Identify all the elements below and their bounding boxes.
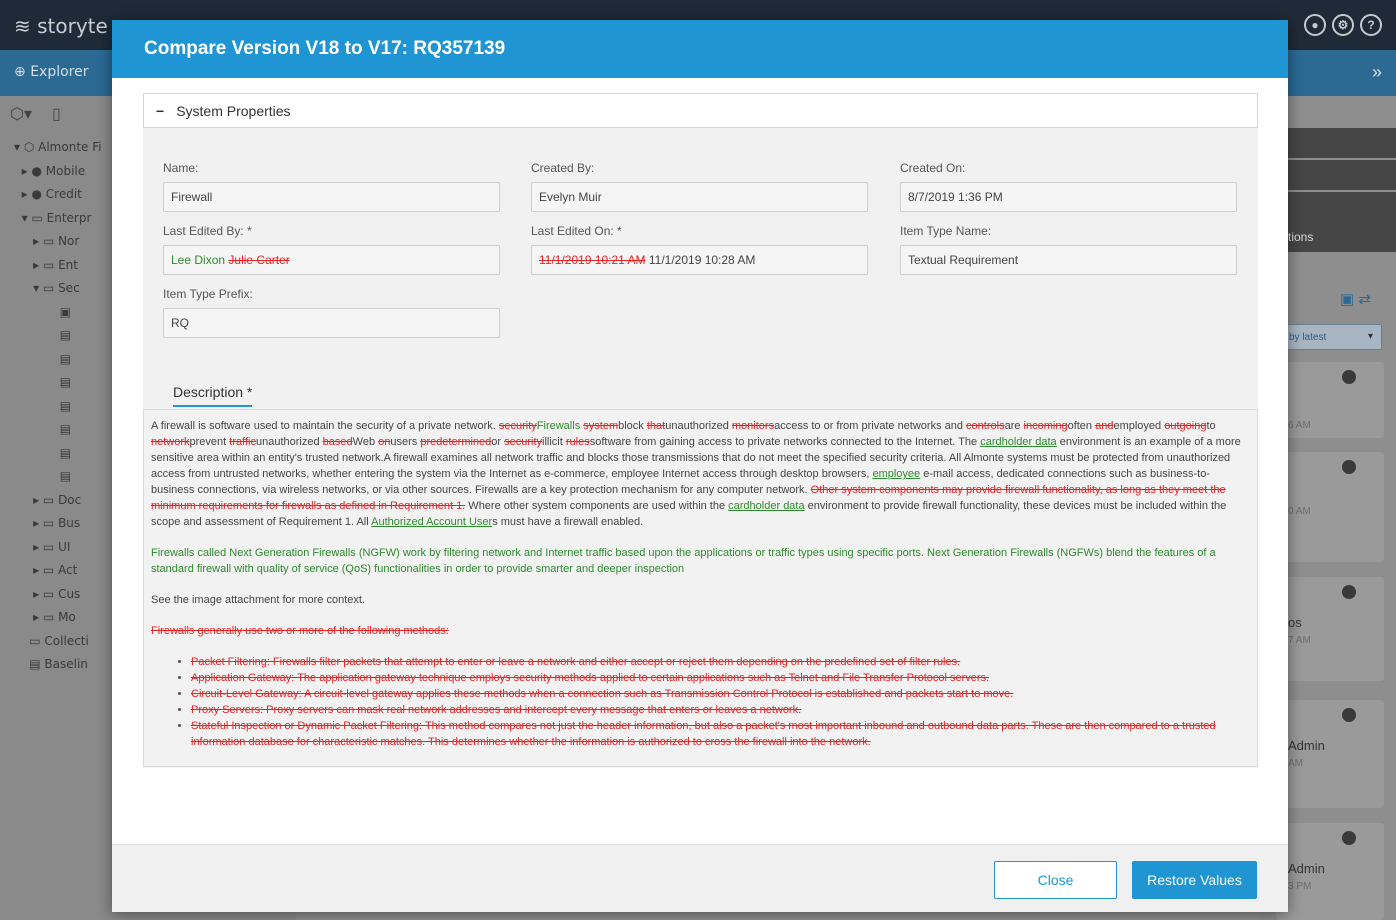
card-time: 7 AM: [1288, 635, 1311, 646]
card-title: Admin: [1288, 738, 1325, 753]
collapse-icon[interactable]: [1342, 370, 1356, 384]
removed-text: Julie Carter: [228, 253, 290, 267]
name-field: Name: Firewall: [163, 161, 500, 212]
field-label: Item Type Prefix:: [163, 287, 253, 301]
field-label: Created On:: [900, 161, 966, 175]
explorer-tree: ▾ ⬡ Almonte Fi ▸ ● Mobile ▸ ● Credit ▾ ▭…: [14, 136, 102, 677]
sort-dropdown-label: by latest: [1289, 332, 1327, 343]
tree-item[interactable]: ▾ ▭ Enterpr: [14, 207, 102, 231]
card-time: 0 AM: [1288, 506, 1311, 517]
tree-item[interactable]: ▤: [14, 324, 102, 348]
tree-item[interactable]: ▸ ▭ Nor: [14, 230, 102, 254]
collapse-icon[interactable]: [1342, 585, 1356, 599]
document-icon[interactable]: ▯: [52, 104, 61, 124]
tree-item[interactable]: ▸ ▭ UI: [14, 536, 102, 560]
name-value: Firewall: [163, 182, 500, 212]
explorer-toolbar: ⬡▾ ▯: [10, 104, 61, 124]
help-icon[interactable]: ?: [1360, 14, 1382, 36]
created-on-field: Created On: 8/7/2019 1:36 PM: [900, 161, 1237, 212]
tree-item[interactable]: ▤: [14, 418, 102, 442]
card-title: Admin: [1288, 861, 1325, 876]
field-label: Last Edited On: *: [531, 224, 622, 238]
last-edited-by-field: Last Edited By: * Lee Dixon Julie Carter: [163, 224, 500, 275]
sort-dropdown[interactable]: by latest ▾: [1284, 324, 1382, 350]
tree-item[interactable]: ▤ Baselin: [14, 653, 102, 677]
tree-item[interactable]: ▸ ▭ Doc: [14, 489, 102, 513]
tree-item[interactable]: ▤: [14, 442, 102, 466]
field-label: Name:: [163, 161, 199, 175]
activity-card[interactable]: os 7 AM: [1276, 577, 1384, 681]
settings-icon[interactable]: ⚙: [1332, 14, 1354, 36]
removed-text: 11/1/2019 10:21 AM: [539, 253, 646, 267]
app-logo: ≋ storyte: [14, 14, 108, 38]
last-edited-by-value: Lee Dixon Julie Carter: [163, 245, 500, 275]
restore-values-button[interactable]: Restore Values: [1132, 861, 1257, 899]
card-time: AM: [1288, 758, 1303, 769]
added-text: Lee Dixon: [171, 253, 226, 267]
compare-version-dialog: Compare Version V18 to V17: RQ357139 − S…: [112, 20, 1288, 912]
dialog-footer: Close Restore Values: [112, 844, 1288, 912]
activity-card[interactable]: Admin 3 PM: [1276, 823, 1384, 920]
item-type-name-field: Item Type Name: Textual Requirement: [900, 224, 1237, 275]
dialog-header: Compare Version V18 to V17: RQ357139: [112, 20, 1288, 78]
tree-item[interactable]: ▤: [14, 395, 102, 419]
brand-text: storyte: [37, 14, 108, 38]
tree-item[interactable]: ▸ ▭ Mo: [14, 606, 102, 630]
tree-item[interactable]: ▸ ▭ Act: [14, 559, 102, 583]
tree-item[interactable]: ▣: [14, 301, 102, 325]
tree-item[interactable]: ▸ ● Mobile: [14, 160, 102, 184]
tree-item[interactable]: ▤: [14, 348, 102, 372]
tree-item[interactable]: ▸ ▭ Bus: [14, 512, 102, 536]
dialog-title: Compare Version V18 to V17: RQ357139: [144, 38, 506, 59]
explorer-label: Explorer: [30, 64, 89, 80]
card-time: 6 AM: [1288, 420, 1311, 431]
user-icon[interactable]: ●: [1304, 14, 1326, 36]
item-type-prefix-value: RQ: [163, 308, 500, 338]
field-label: Created By:: [531, 161, 595, 175]
tree-item[interactable]: ▾ ⬡ Almonte Fi: [14, 136, 102, 160]
activity-card[interactable]: 0 AM: [1276, 452, 1384, 562]
right-panel-tab-label: tions: [1288, 230, 1314, 244]
current-text: 11/1/2019 10:28 AM: [648, 253, 756, 267]
section-title: System Properties: [176, 102, 291, 119]
collapse-icon[interactable]: −: [156, 103, 164, 119]
tree-item[interactable]: ▾ ▭ Sec: [14, 277, 102, 301]
expand-panel-icon[interactable]: »: [1372, 62, 1382, 83]
activity-card[interactable]: 6 AM: [1276, 362, 1384, 438]
field-label: Last Edited By: *: [163, 224, 252, 238]
field-label: Item Type Name:: [900, 224, 992, 238]
top-icons: ● ⚙ ?: [1304, 14, 1382, 36]
tree-item[interactable]: ▤: [14, 371, 102, 395]
last-edited-on-value: 11/1/2019 10:21 AM 11/1/2019 10:28 AM: [531, 245, 868, 275]
tree-item[interactable]: ▭ Collecti: [14, 630, 102, 654]
panel-toggle-icons[interactable]: ▣ ⇄: [1340, 290, 1371, 308]
card-title: os: [1288, 615, 1302, 630]
close-button[interactable]: Close: [994, 861, 1117, 899]
tree-item[interactable]: ▤: [14, 465, 102, 489]
card-time: 3 PM: [1288, 881, 1312, 892]
system-properties-section: − System Properties Name: Firewall Creat…: [143, 93, 1258, 768]
last-edited-on-field: Last Edited On: * 11/1/2019 10:21 AM 11/…: [531, 224, 868, 275]
activity-card[interactable]: Admin AM: [1276, 700, 1384, 808]
chevron-down-icon: ▾: [1367, 331, 1373, 342]
item-type-prefix-field: Item Type Prefix: RQ: [163, 287, 500, 338]
tree-item[interactable]: ▸ ▭ Ent: [14, 254, 102, 278]
created-on-value: 8/7/2019 1:36 PM: [900, 182, 1237, 212]
section-header[interactable]: − System Properties: [143, 93, 1258, 128]
created-by-value: Evelyn Muir: [531, 182, 868, 212]
collapse-icon[interactable]: [1342, 460, 1356, 474]
tree-item[interactable]: ▸ ● Credit: [14, 183, 102, 207]
cube-icon[interactable]: ⬡▾: [10, 104, 32, 124]
created-by-field: Created By: Evelyn Muir: [531, 161, 868, 212]
tree-item[interactable]: ▸ ▭ Cus: [14, 583, 102, 607]
collapse-icon[interactable]: [1342, 831, 1356, 845]
explorer-title: ⊕ Explorer: [14, 64, 89, 80]
collapse-icon[interactable]: [1342, 708, 1356, 722]
item-type-name-value: Textual Requirement: [900, 245, 1237, 275]
